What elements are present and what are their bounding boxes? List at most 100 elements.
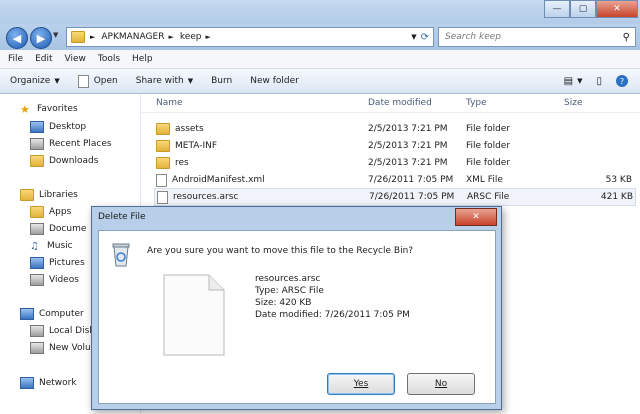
- column-header-size[interactable]: Size: [564, 94, 582, 112]
- drive-icon: [30, 342, 44, 354]
- forward-button[interactable]: ▶: [30, 27, 52, 49]
- chevron-down-icon[interactable]: ▼: [577, 77, 582, 85]
- file-preview-icon: [163, 274, 225, 356]
- minimize-icon: —: [552, 4, 562, 14]
- view-options-icon[interactable]: ▤: [564, 76, 573, 87]
- sidebar-favorites[interactable]: ★ Favorites: [20, 101, 78, 117]
- menu-view[interactable]: View: [65, 54, 86, 64]
- no-button[interactable]: No: [407, 373, 475, 395]
- table-row-selected[interactable]: resources.arsc 7/26/2011 7:05 PM ARSC Fi…: [154, 188, 636, 206]
- back-button[interactable]: ◀: [6, 27, 28, 49]
- drive-icon: [30, 325, 44, 337]
- file-date: 2/5/2013 7:21 PM: [368, 124, 448, 134]
- address-dropdown-icon[interactable]: ▼: [411, 33, 416, 41]
- new-folder-label: New folder: [250, 76, 299, 86]
- file-icon: [157, 190, 168, 204]
- folder-icon: [156, 140, 170, 152]
- new-folder-button[interactable]: New folder: [250, 76, 299, 86]
- close-icon: ✕: [472, 212, 480, 222]
- network-icon: [20, 377, 34, 389]
- sidebar-item-videos[interactable]: Videos: [30, 272, 79, 288]
- menu-help[interactable]: Help: [132, 54, 153, 64]
- dialog-file-date: Date modified: 7/26/2011 7:05 PM: [255, 310, 410, 320]
- music-icon: ♫: [30, 240, 39, 252]
- sidebar-item-downloads[interactable]: Downloads: [30, 153, 98, 169]
- file-size: 53 KB: [605, 175, 632, 185]
- sidebar-libraries[interactable]: Libraries: [20, 187, 78, 203]
- downloads-icon: [30, 155, 44, 167]
- file-type: File folder: [466, 124, 511, 134]
- address-field[interactable]: ► APKMANAGER ► keep ► ▼ ⟳: [66, 27, 434, 47]
- yes-button[interactable]: Yes: [327, 373, 395, 395]
- sidebar-item-pictures[interactable]: Pictures: [30, 255, 85, 271]
- file-name: res: [175, 158, 189, 168]
- header-divider: [142, 112, 640, 113]
- chevron-down-icon: ▼: [187, 77, 194, 85]
- search-input[interactable]: Search keep ⚲: [438, 27, 636, 47]
- minimize-button[interactable]: —: [544, 0, 570, 18]
- sidebar-item-new-volume[interactable]: New Volu: [30, 340, 91, 356]
- folder-icon: [156, 157, 170, 169]
- organize-label: Organize: [10, 76, 51, 86]
- sidebar-item-desktop[interactable]: Desktop: [30, 119, 86, 135]
- chevron-right-icon: ►: [205, 33, 211, 41]
- preview-pane-icon[interactable]: ▯: [596, 76, 602, 87]
- breadcrumb-keep[interactable]: keep: [180, 32, 202, 42]
- xml-file-icon: [156, 173, 167, 187]
- sidebar-network[interactable]: Network: [20, 375, 77, 391]
- column-header-type[interactable]: Type: [466, 94, 487, 112]
- share-label: Share with: [135, 76, 184, 86]
- delete-file-dialog: Delete File ✕ Are you sure you want to m…: [91, 206, 502, 410]
- file-type: File folder: [466, 158, 511, 168]
- column-header-date[interactable]: Date modified: [368, 94, 432, 112]
- sidebar-label: Apps: [49, 207, 72, 217]
- refresh-icon[interactable]: ⟳: [421, 32, 429, 43]
- file-name: META-INF: [175, 141, 218, 151]
- help-icon[interactable]: ?: [616, 75, 628, 87]
- sidebar-item-local-disk[interactable]: Local Disk: [30, 323, 95, 339]
- open-label: Open: [93, 76, 118, 86]
- dialog-close-button[interactable]: ✕: [455, 208, 497, 226]
- window-titlebar: — ▢ ✕: [0, 0, 640, 24]
- dialog-body: Are you sure you want to move this file …: [98, 230, 496, 404]
- search-icon: ⚲: [622, 31, 630, 43]
- sidebar-item-documents[interactable]: Docume: [30, 221, 86, 237]
- column-label: Size: [564, 98, 583, 108]
- open-button[interactable]: Open: [77, 74, 118, 88]
- burn-button[interactable]: Burn: [211, 76, 232, 86]
- menu-tools[interactable]: Tools: [98, 54, 120, 64]
- desktop-icon: [30, 121, 44, 133]
- menu-file[interactable]: File: [8, 54, 23, 64]
- file-date: 7/26/2011 7:05 PM: [369, 192, 455, 202]
- sidebar-item-apps[interactable]: Apps: [30, 204, 71, 220]
- file-icon: [77, 74, 89, 88]
- address-toolbar: ◀ ▶ ▼ ► APKMANAGER ► keep ► ▼ ⟳ Search k…: [0, 24, 640, 50]
- sidebar-item-recent-places[interactable]: Recent Places: [30, 136, 112, 152]
- forward-arrow-icon: ▶: [36, 31, 46, 45]
- column-header-name[interactable]: Name: [156, 94, 183, 112]
- table-row[interactable]: res 2/5/2013 7:21 PM File folder: [154, 155, 634, 171]
- table-row[interactable]: assets 2/5/2013 7:21 PM File folder: [154, 121, 634, 137]
- menu-edit[interactable]: Edit: [35, 54, 52, 64]
- sidebar-computer[interactable]: Computer: [20, 306, 84, 322]
- file-date: 2/5/2013 7:21 PM: [368, 158, 448, 168]
- table-row[interactable]: META-INF 2/5/2013 7:21 PM File folder: [154, 138, 634, 154]
- table-row[interactable]: AndroidManifest.xml 7/26/2011 7:05 PM XM…: [154, 172, 634, 188]
- maximize-button[interactable]: ▢: [570, 0, 596, 18]
- menu-bar: File Edit View Tools Help: [0, 50, 640, 69]
- column-label: Name: [156, 98, 183, 108]
- videos-icon: [30, 274, 44, 286]
- back-arrow-icon: ◀: [12, 31, 22, 45]
- libraries-icon: [20, 189, 34, 201]
- share-with-button[interactable]: Share with ▼: [136, 76, 193, 86]
- breadcrumb-apkmanager[interactable]: APKMANAGER: [101, 32, 164, 42]
- sidebar-label: Recent Places: [49, 139, 112, 149]
- command-bar: Organize ▼ Open Share with ▼ Burn New fo…: [0, 69, 640, 94]
- sidebar-label: Docume: [49, 224, 87, 234]
- file-type: XML File: [466, 175, 503, 185]
- organize-button[interactable]: Organize ▼: [10, 76, 60, 86]
- close-button[interactable]: ✕: [596, 0, 638, 18]
- sidebar-item-music[interactable]: ♫ Music: [30, 238, 73, 254]
- recent-pages-chevron-icon[interactable]: ▼: [53, 31, 58, 39]
- column-label: Type: [466, 98, 487, 108]
